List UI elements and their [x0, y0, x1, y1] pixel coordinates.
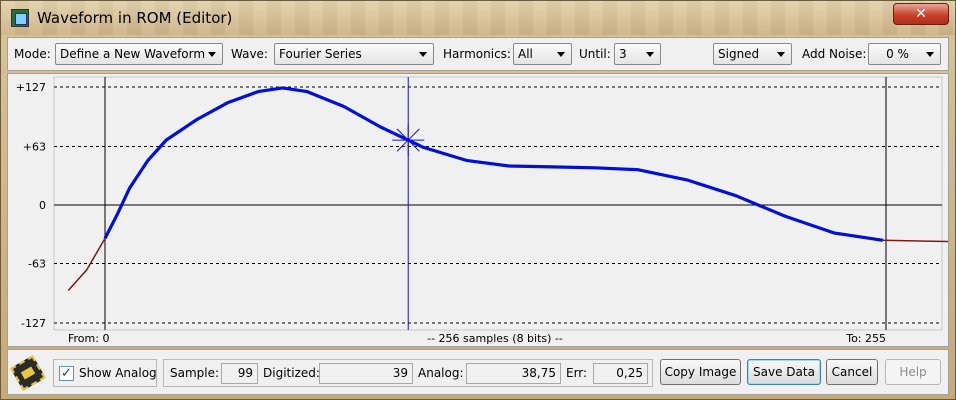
- until-select[interactable]: 3: [614, 43, 661, 65]
- readout-group: Sample: 99 Digitized: 39 Analog: 38,75 E…: [163, 359, 653, 387]
- digitized-field: 39: [319, 363, 413, 384]
- err-field: 0,25: [593, 363, 648, 384]
- noise-select-value: 0 %: [886, 47, 909, 61]
- harmonics-select-value: All: [518, 47, 533, 61]
- sample-label: Sample:: [170, 366, 220, 380]
- y-tick-label: -127: [21, 317, 46, 330]
- save-data-button[interactable]: Save Data: [747, 359, 821, 385]
- noise-select[interactable]: 0 %: [868, 43, 941, 65]
- show-analog-checkbox[interactable]: ✓: [59, 366, 74, 381]
- toolbar: Mode: Define a New Waveform Wave: Fourie…: [7, 37, 949, 71]
- copy-image-button[interactable]: Copy Image: [660, 359, 741, 385]
- editor-window: Waveform in ROM (Editor) ✕ Mode: Define …: [0, 0, 956, 400]
- close-icon: ✕: [915, 6, 927, 22]
- sign-select-value: Signed: [718, 47, 760, 61]
- chevron-down-icon: [926, 52, 934, 57]
- waveform-plot-panel: +127 +63 0 -63 -127 From: 0 -- 256 samples (8 …: [7, 73, 956, 347]
- analog-field: 38,75: [466, 363, 561, 384]
- y-tick-label: -63: [28, 258, 46, 271]
- chevron-down-icon: [557, 52, 565, 57]
- analog-label: Analog:: [418, 366, 464, 380]
- title-bar[interactable]: Waveform in ROM (Editor) ✕: [1, 1, 955, 35]
- window-title: Waveform in ROM (Editor): [37, 9, 233, 27]
- cancel-button[interactable]: Cancel: [826, 359, 878, 385]
- bottom-bar: ✓ Show Analog Sample: 99 Digitized: 39 A…: [7, 349, 949, 395]
- samples-label: -- 256 samples (8 bits) --: [427, 332, 563, 345]
- wave-label: Wave:: [231, 47, 268, 61]
- wave-select-value: Fourier Series: [279, 47, 362, 61]
- app-icon: [11, 9, 29, 27]
- checkmark-icon: ✓: [61, 366, 72, 381]
- show-analog-group: ✓ Show Analog: [53, 359, 157, 387]
- plot-area: [53, 76, 943, 331]
- harmonics-select[interactable]: All: [513, 43, 572, 65]
- mode-label: Mode:: [14, 47, 51, 61]
- help-button[interactable]: Help: [885, 359, 941, 385]
- chevron-down-icon: [419, 52, 427, 57]
- from-label: From: 0: [68, 332, 109, 345]
- sign-select[interactable]: Signed: [713, 43, 792, 65]
- until-label: Until:: [579, 47, 611, 61]
- noise-label: Add Noise:: [802, 47, 867, 61]
- chevron-down-icon: [777, 52, 785, 57]
- harmonics-label: Harmonics:: [443, 47, 511, 61]
- y-tick-label: +63: [23, 140, 46, 153]
- chip-icon: [10, 355, 46, 391]
- chevron-down-icon: [208, 52, 216, 57]
- digitized-label: Digitized:: [263, 366, 320, 380]
- to-label: To: 255: [845, 332, 886, 345]
- mode-select[interactable]: Define a New Waveform: [55, 43, 223, 65]
- err-label: Err:: [566, 366, 588, 380]
- waveform-chart[interactable]: +127 +63 0 -63 -127 From: 0 -- 256 samples (8 …: [8, 74, 956, 346]
- y-tick-label: +127: [16, 81, 46, 94]
- chevron-down-icon: [646, 52, 654, 57]
- until-select-value: 3: [619, 47, 627, 61]
- wave-select[interactable]: Fourier Series: [274, 43, 434, 65]
- sample-field: 99: [221, 363, 258, 384]
- y-tick-label: 0: [39, 199, 46, 212]
- close-button[interactable]: ✕: [893, 3, 949, 25]
- mode-select-value: Define a New Waveform: [60, 47, 206, 61]
- show-analog-label: Show Analog: [79, 366, 157, 380]
